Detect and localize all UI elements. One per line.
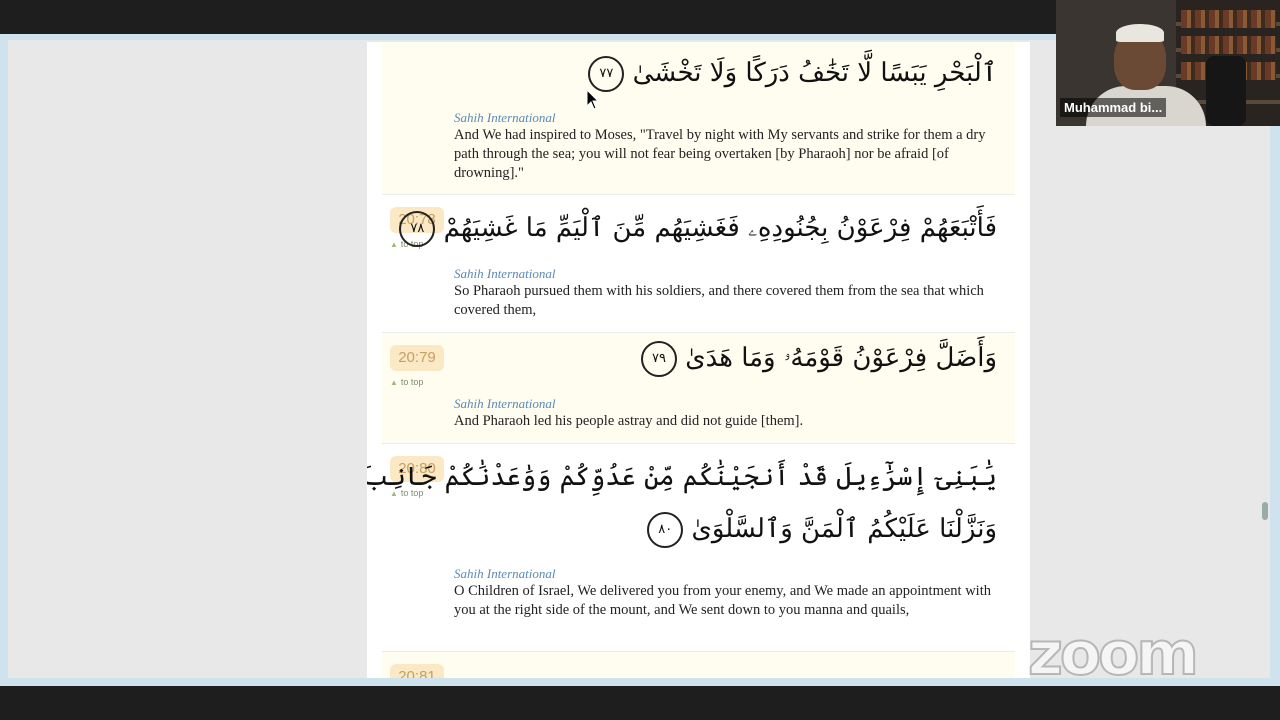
translator-link[interactable]: Sahih International	[454, 110, 555, 126]
verse-20-79: 20:79 ▲ to top وَأَضَلَّ فِرْعَوْنُ قَوْم…	[382, 333, 1015, 444]
verse-number-badge[interactable]: 20:81	[390, 664, 444, 678]
books-row	[1181, 36, 1276, 54]
quran-page: ٱلْبَحْرِ يَبَسًا لَّا تَخَٰفُ دَرَكًا و…	[367, 42, 1030, 678]
translator-link[interactable]: Sahih International	[454, 566, 555, 582]
ayah-number-icon: ٧٩	[640, 341, 677, 377]
ayah-number-icon: ٧٨	[399, 211, 436, 247]
ayah-number-icon: ٨٠	[647, 512, 684, 548]
verse-arabic-line-2: وَنَزَّلْنَا عَلَيْكُمُ ٱلْمَنَّ وَٱلسَّ…	[639, 512, 997, 548]
participant-name-label: Muhammad bi...	[1060, 98, 1167, 117]
verse-20-77: ٱلْبَحْرِ يَبَسًا لَّا تَخَٰفُ دَرَكًا و…	[382, 42, 1015, 195]
verse-arabic: فَأَتْبَعَهُمْ فِرْعَوْنُ بِجُنُودِهِۦ ف…	[391, 211, 997, 247]
up-arrow-icon: ▲	[390, 378, 398, 387]
shared-screen: ٱلْبَحْرِ يَبَسًا لَّا تَخَٰفُ دَرَكًا و…	[0, 34, 1280, 686]
mouse-cursor-icon	[586, 89, 600, 110]
share-border-left	[0, 40, 8, 680]
verse-arabic: وَأَضَلَّ فِرْعَوْنُ قَوْمَهُۥ وَمَا هَد…	[633, 341, 997, 377]
zoom-bottom-bar	[0, 686, 1280, 720]
verse-translation: So Pharaoh pursued them with his soldier…	[454, 283, 984, 318]
verse-20-81: 20:81	[382, 652, 1015, 678]
page-scrollbar-thumb[interactable]	[1262, 502, 1268, 520]
share-border-right	[1270, 40, 1280, 680]
translator-link[interactable]: Sahih International	[454, 396, 555, 412]
verse-20-80: 20:80 ▲ to top يَٰبَنِىٓ إِسْرَٰٓءِيلَ قَ…	[367, 444, 1015, 652]
participant-cap	[1116, 24, 1164, 42]
verse-20-78: 20:78 ▲ to top فَأَتْبَعَهُمْ فِرْعَوْنُ …	[382, 195, 1015, 333]
verse-translation: And We had inspired to Moses, "Travel by…	[454, 127, 986, 181]
zoom-logo: zoom	[1027, 619, 1200, 689]
chair	[1206, 56, 1246, 126]
verse-translation: O Children of Israel, We delivered you f…	[454, 583, 991, 618]
ayah-number-icon: ٧٧	[588, 56, 625, 92]
participant-video-tile[interactable]: Muhammad bi...	[1056, 0, 1280, 126]
verse-arabic: ٱلْبَحْرِ يَبَسًا لَّا تَخَٰفُ دَرَكًا و…	[580, 56, 997, 92]
to-top-link[interactable]: ▲ to top	[390, 377, 423, 387]
verse-number-badge[interactable]: 20:79	[390, 345, 444, 371]
books-row	[1181, 10, 1276, 28]
verse-translation: And Pharaoh led his people astray and di…	[454, 413, 804, 429]
verse-arabic-line-1: يَٰبَنِىٓ إِسْرَٰٓءِيلَ قَدْ أَنجَيْنَٰك…	[367, 462, 997, 492]
translator-link[interactable]: Sahih International	[454, 266, 555, 282]
